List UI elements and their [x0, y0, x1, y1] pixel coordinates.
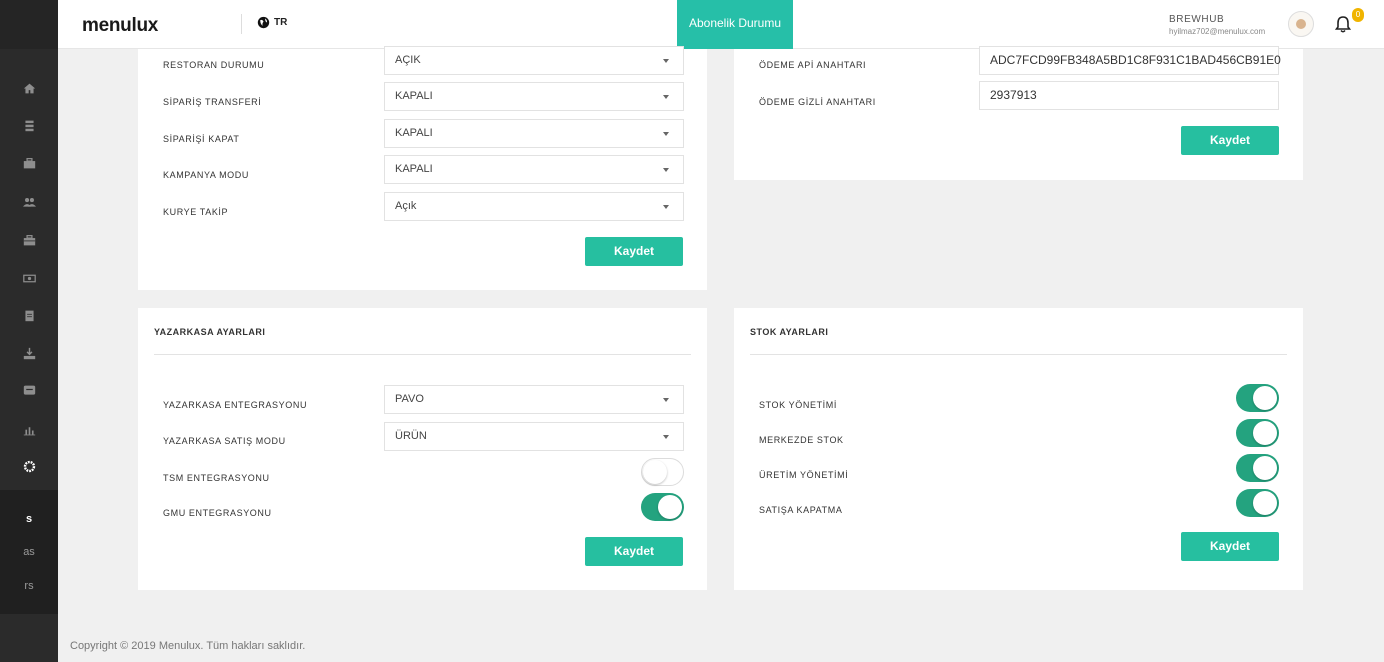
download-icon[interactable] [22, 347, 36, 361]
cash-register-sales-mode-select[interactable]: ÜRÜN [384, 422, 684, 451]
close-order-select[interactable]: KAPALI [384, 119, 684, 148]
top-header: menulux TR Abonelik Durumu BREWHUB hyilm… [58, 0, 1384, 49]
campaign-mode-select[interactable]: KAPALI [384, 155, 684, 184]
header-divider [241, 14, 242, 34]
restaurant-status-label: RESTORAN DURUMU [163, 60, 265, 70]
restaurant-settings-panel: RESTORAN DURUMU AÇIK SİPARİŞ TRANSFERİ K… [138, 46, 707, 290]
notification-badge: 0 [1352, 8, 1364, 22]
save-button[interactable]: Kaydet [585, 537, 683, 566]
stock-management-toggle[interactable] [1236, 384, 1279, 412]
toolbox-icon[interactable] [22, 234, 36, 248]
payment-api-key-label: ÖDEME APİ ANAHTARI [759, 60, 867, 70]
tsm-integration-label: TSM ENTEGRASYONU [163, 473, 270, 483]
production-management-label: ÜRETİM YÖNETİMİ [759, 470, 849, 480]
central-stock-label: MERKEZDE STOK [759, 435, 844, 445]
chart-icon[interactable] [22, 424, 36, 438]
payment-settings-panel: ÖDEME APİ ANAHTARI ADC7FCD99FB348A5BD1C8… [734, 46, 1303, 180]
close-to-sale-toggle[interactable] [1236, 489, 1279, 517]
users-icon[interactable] [22, 196, 36, 210]
courier-tracking-label: KURYE TAKİP [163, 207, 229, 217]
user-name[interactable]: BREWHUB [1169, 14, 1224, 25]
sidebar-sub-item[interactable]: rs [0, 580, 58, 592]
menu-icon[interactable] [22, 119, 36, 133]
cash-register-integration-select[interactable]: PAVO [384, 385, 684, 414]
save-button[interactable]: Kaydet [1181, 126, 1279, 155]
payment-secret-key-input[interactable]: 2937913 [979, 81, 1279, 110]
toggle-knob [1253, 421, 1277, 445]
caret-down-icon [663, 435, 669, 439]
stock-settings-panel: STOK AYARLARI STOK YÖNETİMİ MERKEZDE STO… [734, 308, 1303, 590]
language-code: TR [274, 17, 288, 28]
sidebar: s as rs [0, 0, 58, 662]
caret-down-icon [663, 95, 669, 99]
panel-title: YAZARKASA AYARLARI [154, 327, 266, 337]
gmu-integration-label: GMU ENTEGRASYONU [163, 508, 272, 518]
toggle-knob [1253, 491, 1277, 515]
caret-down-icon [663, 132, 669, 136]
tsm-integration-toggle[interactable] [641, 458, 684, 486]
select-value: AÇIK [395, 54, 421, 66]
bell-icon[interactable] [1334, 15, 1352, 33]
payment-secret-key-label: ÖDEME GİZLİ ANAHTARI [759, 97, 876, 107]
settings-icon[interactable] [22, 460, 36, 474]
avatar-image [1296, 19, 1306, 29]
avatar[interactable] [1288, 11, 1314, 37]
select-value: PAVO [395, 393, 424, 405]
order-transfer-select[interactable]: KAPALI [384, 82, 684, 111]
user-email: hyilmaz702@menulux.com [1169, 27, 1266, 36]
panel-divider [750, 354, 1287, 355]
cash-register-settings-panel: YAZARKASA AYARLARI YAZARKASA ENTEGRASYON… [138, 308, 707, 590]
language-switcher[interactable]: TR [257, 16, 287, 29]
message-icon[interactable] [22, 384, 36, 398]
select-value: KAPALI [395, 163, 433, 175]
stock-management-label: STOK YÖNETİMİ [759, 400, 837, 410]
select-value: ÜRÜN [395, 430, 427, 442]
sidebar-sub-item[interactable]: s [0, 513, 58, 525]
money-icon[interactable] [22, 272, 36, 286]
restaurant-status-select[interactable]: AÇIK [384, 46, 684, 75]
home-icon[interactable] [22, 82, 36, 96]
select-value: KAPALI [395, 127, 433, 139]
courier-tracking-select[interactable]: Açık [384, 192, 684, 221]
app-logo[interactable]: menulux [82, 15, 158, 37]
toggle-knob [643, 460, 667, 484]
close-to-sale-label: SATIŞA KAPATMA [759, 505, 843, 515]
clipboard-icon[interactable] [22, 309, 36, 323]
caret-down-icon [663, 59, 669, 63]
globe-icon [257, 16, 270, 29]
select-value: Açık [395, 200, 417, 212]
caret-down-icon [663, 205, 669, 209]
sidebar-top [0, 0, 58, 49]
caret-down-icon [663, 398, 669, 402]
select-value: KAPALI [395, 90, 433, 102]
caret-down-icon [663, 168, 669, 172]
panel-divider [154, 354, 691, 355]
briefcase-icon[interactable] [22, 157, 36, 171]
cash-register-sales-mode-label: YAZARKASA SATIŞ MODU [163, 436, 286, 446]
payment-api-key-input[interactable]: ADC7FCD99FB348A5BD1C8F931C1BAD456CB91E0 [979, 46, 1281, 75]
campaign-mode-label: KAMPANYA MODU [163, 170, 249, 180]
toggle-knob [1253, 386, 1277, 410]
production-management-toggle[interactable] [1236, 454, 1279, 482]
gmu-integration-toggle[interactable] [641, 493, 684, 521]
cash-register-integration-label: YAZARKASA ENTEGRASYONU [163, 400, 308, 410]
central-stock-toggle[interactable] [1236, 419, 1279, 447]
footer-copyright: Copyright © 2019 Menulux. Tüm hakları sa… [70, 640, 306, 652]
toggle-knob [1253, 456, 1277, 480]
save-button[interactable]: Kaydet [1181, 532, 1279, 561]
panel-title: STOK AYARLARI [750, 327, 829, 337]
order-transfer-label: SİPARİŞ TRANSFERİ [163, 97, 262, 107]
close-order-label: SİPARİŞİ KAPAT [163, 134, 240, 144]
sidebar-sub-item[interactable]: as [0, 546, 58, 558]
subscription-status-button[interactable]: Abonelik Durumu [677, 0, 793, 49]
save-button[interactable]: Kaydet [585, 237, 683, 266]
toggle-knob [658, 495, 682, 519]
